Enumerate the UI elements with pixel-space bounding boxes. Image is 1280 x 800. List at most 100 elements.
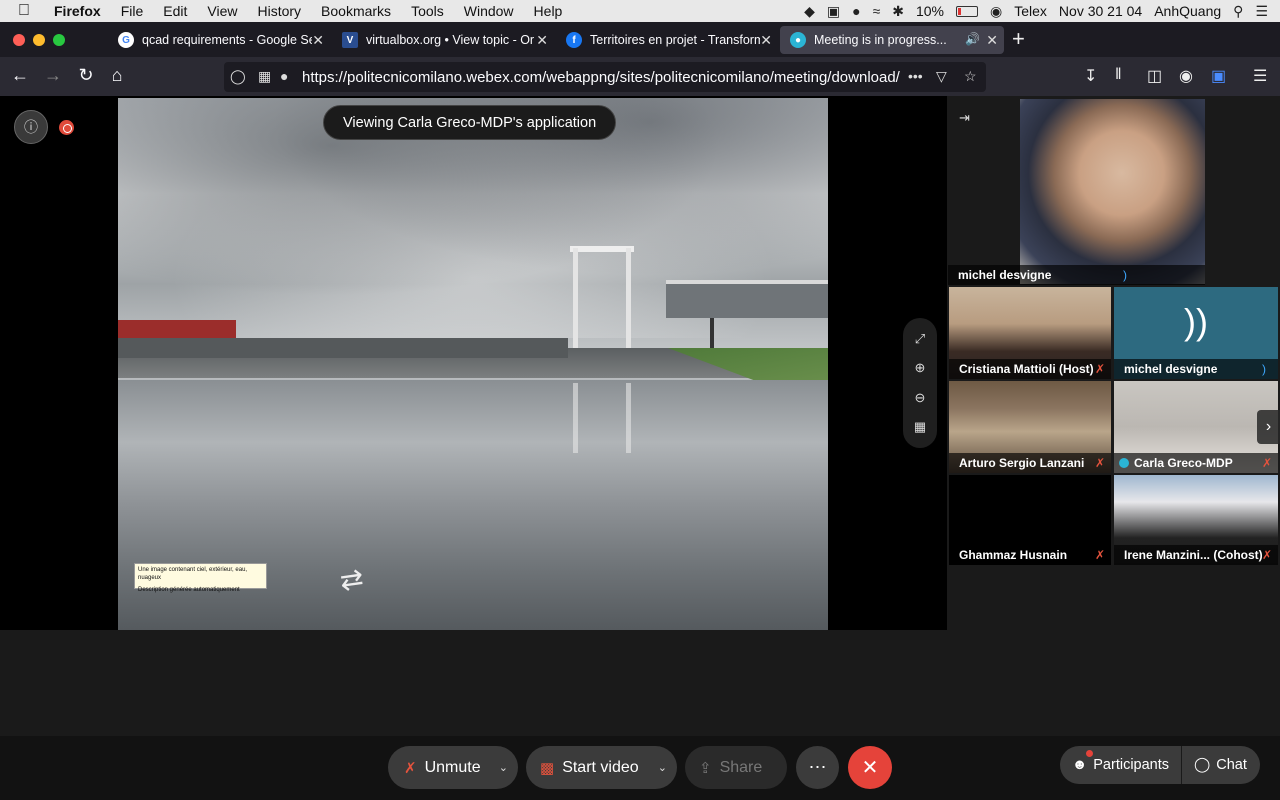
tab-close-icon[interactable]: ✕ [760, 32, 772, 49]
input-source-icon[interactable]: ◉ [990, 3, 1002, 20]
next-page-chevron-icon[interactable]: › [1257, 410, 1280, 444]
apple-menu-icon[interactable]:  [18, 2, 38, 20]
recording-indicator-icon[interactable] [59, 120, 74, 135]
google-icon: G [118, 32, 134, 48]
menu-history[interactable]: History [257, 3, 301, 19]
participant-tile[interactable]: Irene Manzini... (Cohost) ✗ [1114, 475, 1278, 565]
menu-bookmarks[interactable]: Bookmarks [321, 3, 391, 19]
fullscreen-icon[interactable]: ⤢ [915, 331, 925, 347]
participant-name: Arturo Sergio Lanzani [949, 453, 1111, 473]
hamburger-menu-icon[interactable]: ☰ [1253, 66, 1267, 86]
tab-close-icon[interactable]: ✕ [312, 32, 324, 49]
participants-button[interactable]: ☻ Participants [1060, 746, 1181, 784]
menu-help[interactable]: Help [534, 3, 563, 19]
menu-clock[interactable]: Nov 30 21 04 [1059, 3, 1142, 19]
wifi-icon[interactable]: ≈ [873, 3, 881, 19]
zoom-in-icon[interactable]: ⊕ [915, 360, 926, 376]
tab-qcad[interactable]: G qcad requirements - Google Se ✕ [108, 26, 330, 54]
menu-app-firefox[interactable]: Firefox [54, 3, 101, 19]
start-video-button[interactable]: ▩ Start video ⌄ [526, 746, 677, 789]
photo-terminal-column [710, 318, 714, 348]
start-video-label: Start video [562, 758, 639, 776]
notification-center-icon[interactable]: ☰ [1255, 3, 1268, 20]
zoom-controls: ⤢ ⊕ ⊖ ▦ [903, 318, 937, 448]
tab-close-icon[interactable]: ✕ [536, 32, 548, 49]
window-zoom-button[interactable] [53, 34, 65, 46]
tab-close-icon[interactable]: ✕ [986, 32, 998, 49]
lock-icon[interactable]: ▦ [258, 68, 271, 85]
shared-application-view: ⇄ Une image contenant ciel, extérieur, e… [118, 98, 828, 630]
library-icon[interactable]: ‖ [1115, 66, 1122, 84]
unmute-button[interactable]: ✗ Unmute ⌄ [388, 746, 518, 789]
alt-text-line: Description générée automatiquement [138, 587, 240, 593]
microphone-permission-icon[interactable]: ● [280, 68, 288, 84]
tab-meeting[interactable]: ● Meeting is in progress... 🔊 ✕ [780, 26, 1004, 54]
close-icon: ✕ [861, 757, 879, 779]
sidebar-icon[interactable]: ◫ [1147, 66, 1162, 86]
menu-file[interactable]: File [121, 3, 144, 19]
participant-name: Irene Manzini... (Cohost) [1114, 545, 1278, 565]
photo-building [118, 320, 236, 338]
ground-arrow-marking: ⇄ [337, 562, 366, 597]
menu-view[interactable]: View [207, 3, 237, 19]
active-speaker-label: michel desvigne ) [948, 265, 1205, 285]
participant-tile[interactable]: Ghammaz Husnain ✗ [949, 475, 1111, 565]
fit-screen-icon[interactable]: ▦ [914, 419, 926, 435]
battery-icon[interactable] [956, 5, 979, 17]
tab-virtualbox[interactable]: V virtualbox.org • View topic - Or ✕ [332, 26, 554, 54]
chat-bubble-icon: ◯ [1194, 757, 1211, 773]
tab-territoires[interactable]: f Territoires en projet - Transform ✕ [556, 26, 778, 54]
muted-mic-icon: ✗ [1094, 362, 1105, 376]
share-button[interactable]: ⇪ Share [685, 746, 787, 789]
reload-icon[interactable]: ↻ [74, 65, 98, 86]
photo-pier [118, 338, 568, 358]
menu-edit[interactable]: Edit [163, 3, 187, 19]
microphone-icon[interactable]: ● [852, 3, 860, 19]
window-close-button[interactable] [13, 34, 25, 46]
zoom-out-icon[interactable]: ⊖ [915, 390, 926, 406]
bookmark-star-icon[interactable]: ☆ [964, 68, 977, 85]
home-icon[interactable]: ⌂ [105, 65, 129, 86]
page-actions-icon[interactable]: ••• [908, 68, 923, 84]
virtualbox-icon: V [342, 32, 358, 48]
photo-tower-leg [573, 248, 578, 348]
window-minimize-button[interactable] [33, 34, 45, 46]
chat-button[interactable]: ◯ Chat [1182, 746, 1260, 784]
menu-window[interactable]: Window [464, 3, 514, 19]
tab-title: qcad requirements - Google Se [142, 33, 312, 47]
display-icon[interactable]: ▣ [827, 3, 840, 20]
new-tab-icon[interactable]: + [1012, 26, 1025, 52]
dropbox-icon[interactable]: ◆ [804, 3, 815, 20]
spotlight-search-icon[interactable]: ⚲ [1233, 3, 1243, 20]
url-bar[interactable]: ◯ ▦ ● https://politecnicomilano.webex.co… [224, 62, 986, 92]
translate-extension-icon[interactable]: ▣ [1211, 66, 1226, 86]
menu-tools[interactable]: Tools [411, 3, 444, 19]
participant-name: Cristiana Mattioli (Host) [949, 359, 1111, 379]
participant-tile[interactable]: )) michel desvigne ) [1114, 287, 1278, 379]
bluetooth-icon[interactable]: ✱ [892, 3, 904, 20]
more-options-button[interactable]: ⋯ [796, 746, 839, 789]
chevron-down-icon[interactable]: ⌄ [658, 761, 667, 774]
chevron-down-icon[interactable]: ⌄ [499, 761, 508, 774]
active-speaker-video[interactable] [1020, 99, 1205, 284]
speaker-icon[interactable]: 🔊 [965, 32, 980, 46]
menu-user[interactable]: AnhQuang [1154, 3, 1221, 19]
downloads-icon[interactable]: ↧ [1084, 66, 1097, 86]
participant-tile[interactable]: Carla Greco-MDP ✗ [1114, 381, 1278, 473]
participant-tile[interactable]: Arturo Sergio Lanzani ✗ [949, 381, 1111, 473]
back-arrow-icon[interactable]: ← [8, 65, 32, 86]
input-source-label[interactable]: Telex [1014, 3, 1047, 19]
account-icon[interactable]: ◉ [1179, 66, 1193, 86]
muted-mic-icon: ✗ [404, 759, 417, 777]
participants-label: Participants [1093, 757, 1170, 773]
collapse-panel-icon[interactable]: ⇥ [959, 110, 970, 126]
share-icon: ⇪ [699, 759, 712, 777]
meeting-info-button[interactable]: ⓘ [14, 110, 48, 144]
tracking-shield-icon[interactable]: ◯ [230, 68, 246, 85]
url-text[interactable]: https://politecnicomilano.webex.com/weba… [302, 69, 900, 86]
forward-arrow-icon[interactable]: → [41, 65, 65, 86]
battery-percent: 10% [915, 3, 945, 19]
pocket-icon[interactable]: ▽ [936, 68, 947, 85]
participant-tile[interactable]: Cristiana Mattioli (Host) ✗ [949, 287, 1111, 379]
leave-meeting-button[interactable]: ✕ [848, 746, 892, 789]
